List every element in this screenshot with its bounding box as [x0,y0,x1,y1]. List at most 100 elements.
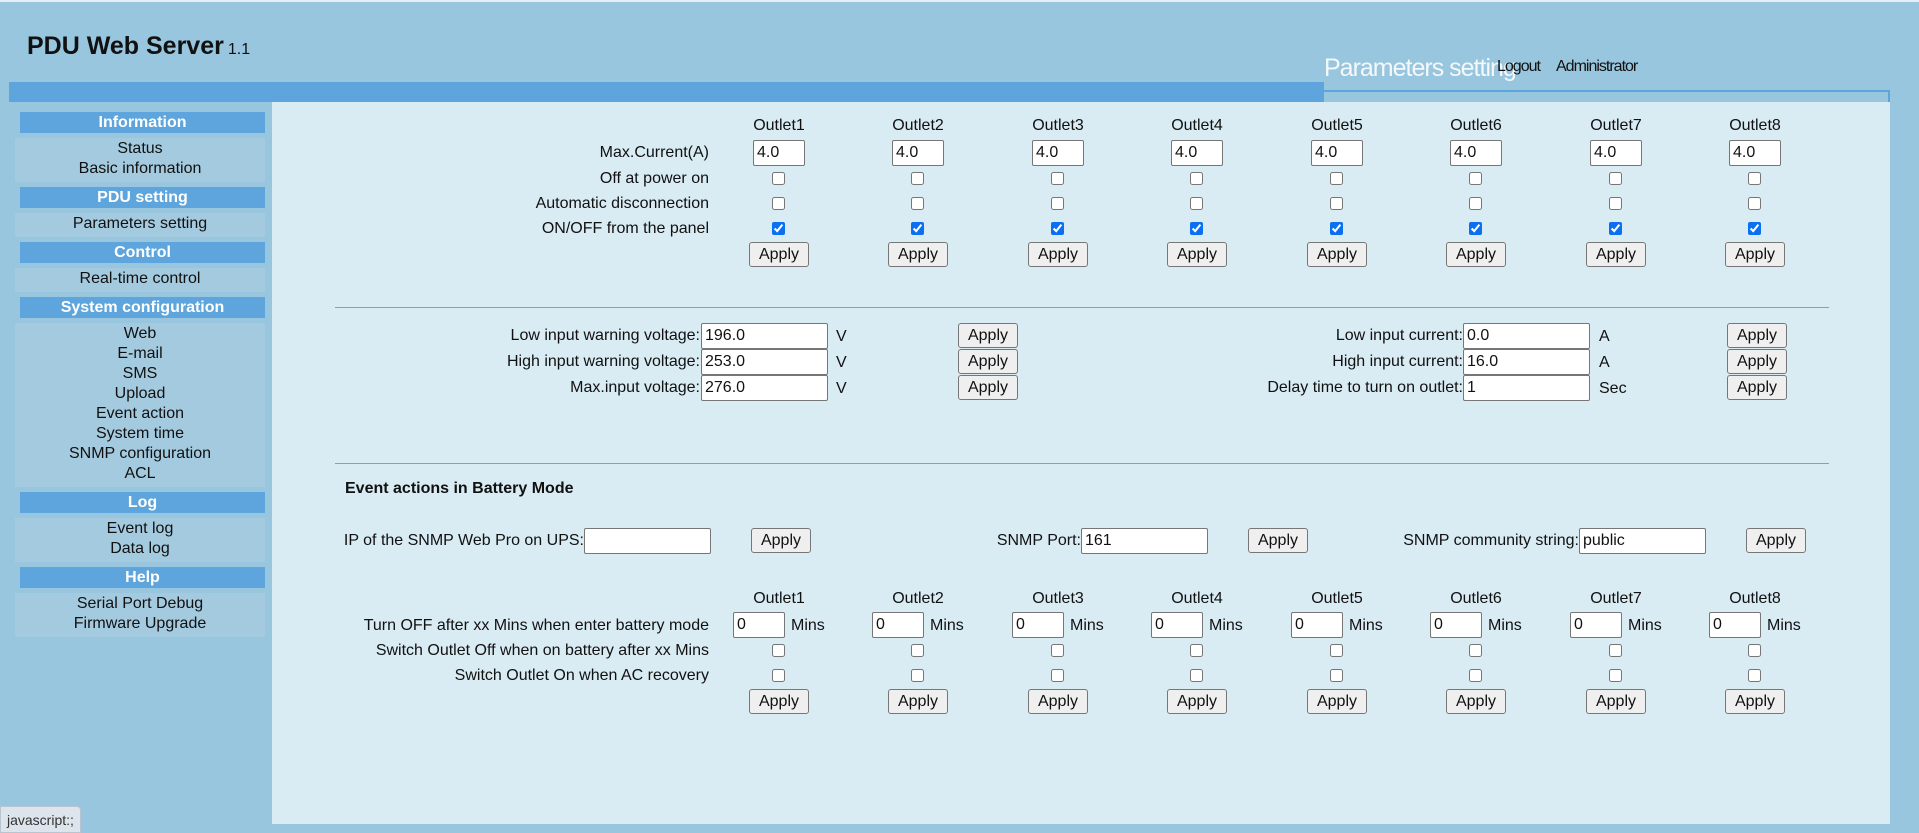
voltage-setting-input[interactable] [701,375,828,401]
switch-on-ac-recovery-checkbox[interactable] [1190,669,1203,682]
outlet-apply-button[interactable]: Apply [888,242,948,267]
switch-on-ac-recovery-checkbox[interactable] [772,669,785,682]
off-at-power-on-checkbox[interactable] [1051,172,1064,185]
outlet-apply-button[interactable]: Apply [1028,242,1088,267]
off-at-power-on-checkbox[interactable] [1748,172,1761,185]
sidebar-item-event-action[interactable]: Event action [15,404,265,424]
turn-off-mins-input[interactable] [1570,612,1622,638]
outlet-apply-button[interactable]: Apply [1586,242,1646,267]
sidebar-item-real-time-control[interactable]: Real-time control [15,269,265,289]
battery-outlet-apply-button[interactable]: Apply [1586,689,1646,714]
turn-off-mins-input[interactable] [733,612,785,638]
logout-link[interactable]: Logout [1497,58,1541,76]
sidebar-item-e-mail[interactable]: E-mail [15,344,265,364]
max-current-input[interactable] [1311,140,1363,166]
outlet-apply-button[interactable]: Apply [1725,242,1785,267]
automatic-disconnection-checkbox[interactable] [911,197,924,210]
snmp-community-input[interactable] [1579,528,1706,554]
outlet-apply-button[interactable]: Apply [1167,242,1227,267]
turn-off-mins-input[interactable] [1709,612,1761,638]
snmp-community-apply-button[interactable]: Apply [1746,528,1806,553]
onoff-from-panel-checkbox[interactable] [911,222,924,235]
sidebar-item-event-log[interactable]: Event log [15,519,265,539]
sidebar-item-data-log[interactable]: Data log [15,539,265,559]
snmp-ip-apply-button[interactable]: Apply [751,528,811,553]
switch-off-battery-checkbox[interactable] [911,644,924,657]
max-current-input[interactable] [892,140,944,166]
max-current-input[interactable] [753,140,805,166]
automatic-disconnection-checkbox[interactable] [1469,197,1482,210]
outlet-apply-button[interactable]: Apply [749,242,809,267]
turn-off-mins-input[interactable] [1151,612,1203,638]
voltage-setting-input[interactable] [701,323,828,349]
voltage-apply-button[interactable]: Apply [958,349,1018,374]
sidebar-item-status[interactable]: Status [15,139,265,159]
sidebar-item-acl[interactable]: ACL [15,464,265,484]
sidebar-item-firmware-upgrade[interactable]: Firmware Upgrade [15,614,265,634]
automatic-disconnection-checkbox[interactable] [772,197,785,210]
onoff-from-panel-checkbox[interactable] [772,222,785,235]
onoff-from-panel-checkbox[interactable] [1748,222,1761,235]
switch-on-ac-recovery-checkbox[interactable] [1609,669,1622,682]
off-at-power-on-checkbox[interactable] [1609,172,1622,185]
automatic-disconnection-checkbox[interactable] [1051,197,1064,210]
off-at-power-on-checkbox[interactable] [1190,172,1203,185]
switch-off-battery-checkbox[interactable] [1330,644,1343,657]
battery-outlet-apply-button[interactable]: Apply [1307,689,1367,714]
turn-off-mins-input[interactable] [1012,612,1064,638]
current-apply-button[interactable]: Apply [1727,375,1787,400]
sidebar-item-upload[interactable]: Upload [15,384,265,404]
off-at-power-on-checkbox[interactable] [1469,172,1482,185]
voltage-setting-input[interactable] [701,349,828,375]
switch-on-ac-recovery-checkbox[interactable] [1469,669,1482,682]
switch-off-battery-checkbox[interactable] [1051,644,1064,657]
battery-outlet-apply-button[interactable]: Apply [1028,689,1088,714]
off-at-power-on-checkbox[interactable] [772,172,785,185]
switch-off-battery-checkbox[interactable] [1609,644,1622,657]
outlet-apply-button[interactable]: Apply [1446,242,1506,267]
max-current-input[interactable] [1590,140,1642,166]
max-current-input[interactable] [1729,140,1781,166]
off-at-power-on-checkbox[interactable] [911,172,924,185]
onoff-from-panel-checkbox[interactable] [1051,222,1064,235]
sidebar-item-system-time[interactable]: System time [15,424,265,444]
current-setting-input[interactable] [1463,349,1590,375]
switch-on-ac-recovery-checkbox[interactable] [1748,669,1761,682]
sidebar-item-snmp-configuration[interactable]: SNMP configuration [15,444,265,464]
battery-outlet-apply-button[interactable]: Apply [1167,689,1227,714]
sidebar-item-sms[interactable]: SMS [15,364,265,384]
max-current-input[interactable] [1032,140,1084,166]
switch-on-ac-recovery-checkbox[interactable] [911,669,924,682]
automatic-disconnection-checkbox[interactable] [1609,197,1622,210]
switch-off-battery-checkbox[interactable] [1469,644,1482,657]
turn-off-mins-input[interactable] [872,612,924,638]
off-at-power-on-checkbox[interactable] [1330,172,1343,185]
onoff-from-panel-checkbox[interactable] [1609,222,1622,235]
current-apply-button[interactable]: Apply [1727,349,1787,374]
voltage-apply-button[interactable]: Apply [958,375,1018,400]
switch-on-ac-recovery-checkbox[interactable] [1051,669,1064,682]
automatic-disconnection-checkbox[interactable] [1748,197,1761,210]
turn-off-mins-input[interactable] [1430,612,1482,638]
sidebar-item-basic-information[interactable]: Basic information [15,159,265,179]
automatic-disconnection-checkbox[interactable] [1190,197,1203,210]
voltage-apply-button[interactable]: Apply [958,323,1018,348]
onoff-from-panel-checkbox[interactable] [1190,222,1203,235]
current-setting-input[interactable] [1463,323,1590,349]
max-current-input[interactable] [1171,140,1223,166]
tab-parameters-setting[interactable]: Parameters setting [1324,54,1517,83]
battery-outlet-apply-button[interactable]: Apply [1725,689,1785,714]
current-setting-input[interactable] [1463,375,1590,401]
battery-outlet-apply-button[interactable]: Apply [1446,689,1506,714]
snmp-port-input[interactable] [1081,528,1208,554]
onoff-from-panel-checkbox[interactable] [1469,222,1482,235]
sidebar-item-serial-port-debug[interactable]: Serial Port Debug [15,594,265,614]
onoff-from-panel-checkbox[interactable] [1330,222,1343,235]
battery-outlet-apply-button[interactable]: Apply [888,689,948,714]
automatic-disconnection-checkbox[interactable] [1330,197,1343,210]
sidebar-item-parameters-setting[interactable]: Parameters setting [15,214,265,234]
snmp-port-apply-button[interactable]: Apply [1248,528,1308,553]
switch-off-battery-checkbox[interactable] [1748,644,1761,657]
snmp-ip-input[interactable] [584,528,711,554]
outlet-apply-button[interactable]: Apply [1307,242,1367,267]
